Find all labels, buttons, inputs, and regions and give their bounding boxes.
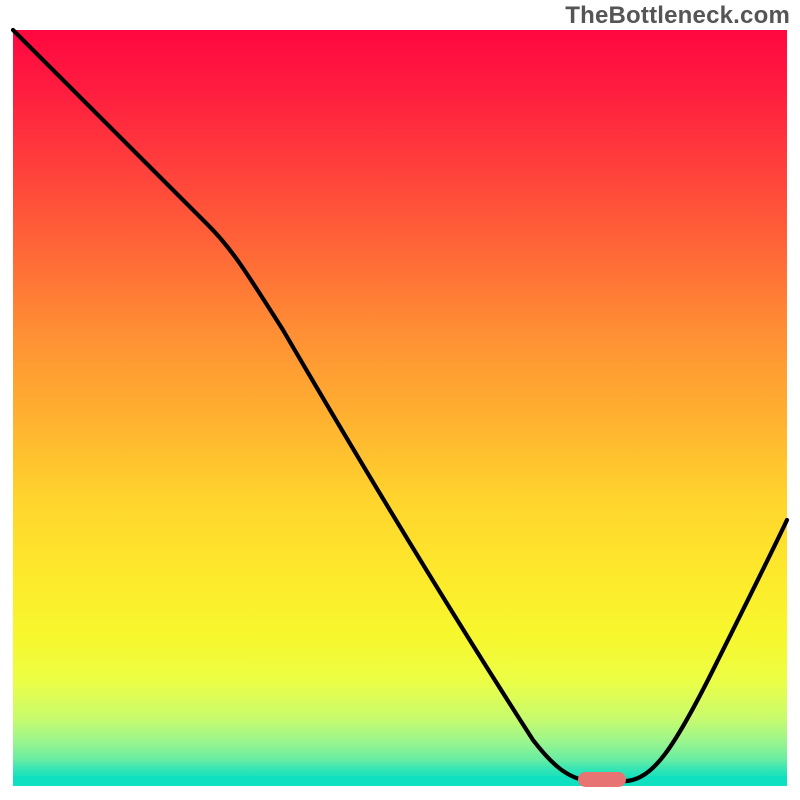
bottleneck-curve-svg <box>13 30 787 786</box>
bottleneck-curve-path <box>13 30 787 781</box>
watermark-text: TheBottleneck.com <box>565 2 790 30</box>
chart-canvas: TheBottleneck.com <box>0 0 800 800</box>
optimal-range-marker <box>578 772 626 787</box>
